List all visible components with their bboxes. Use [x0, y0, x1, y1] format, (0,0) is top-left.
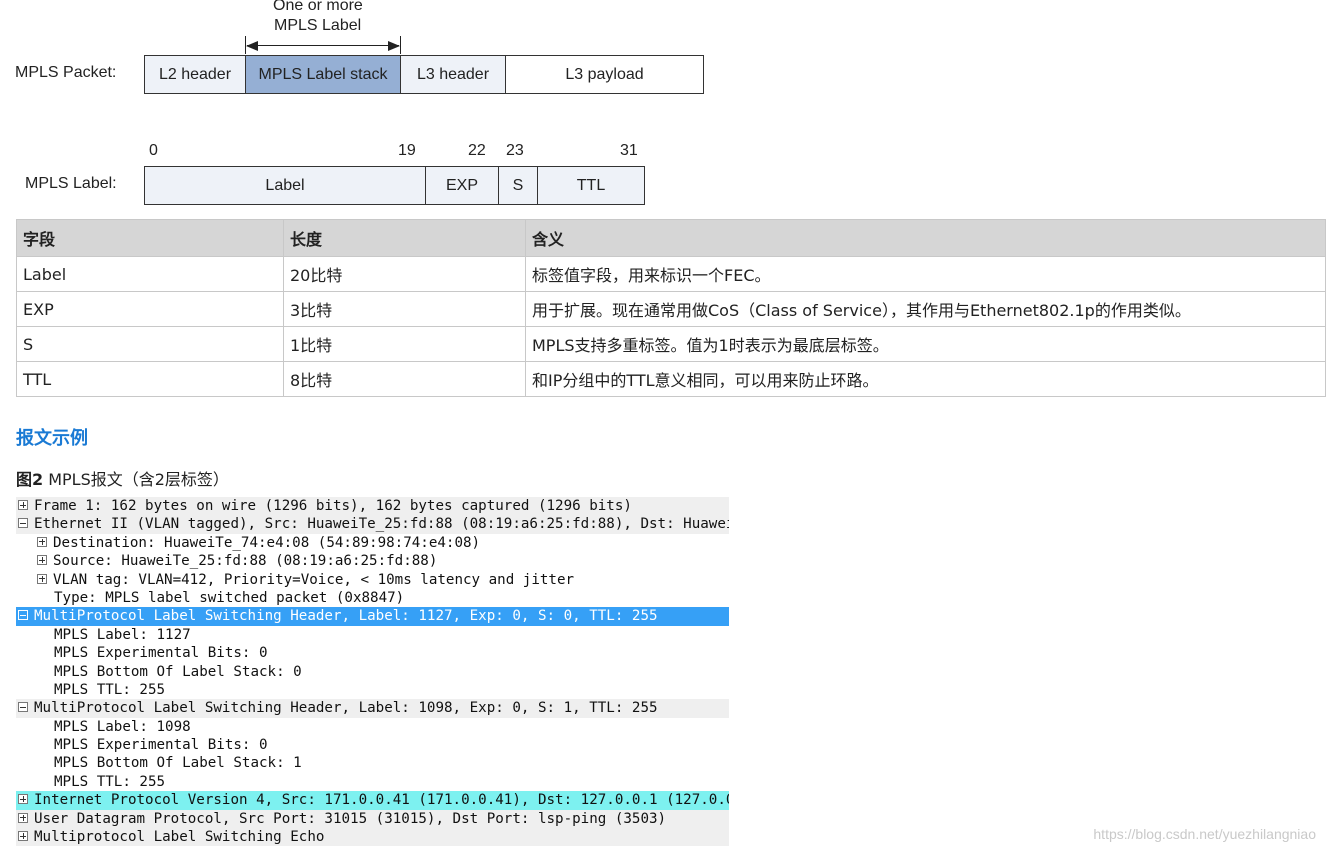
tree-row-mpls-label[interactable]: MPLS Label: 1098: [16, 718, 729, 736]
tree-row-mpls-label[interactable]: MPLS Label: 1127: [16, 626, 729, 644]
cell-field: EXP: [16, 291, 284, 327]
cell-field: Label: [16, 256, 284, 292]
tree-row-mpls-header-1[interactable]: MultiProtocol Label Switching Header, La…: [16, 607, 729, 626]
segment-l3-payload: L3 payload: [505, 55, 704, 94]
tree-row-frame[interactable]: Frame 1: 162 bytes on wire (1296 bits), …: [16, 497, 729, 516]
arrow-right-tick: [400, 36, 401, 54]
double-arrow-line: [247, 45, 399, 46]
figure-caption: 图2 MPLS报文（含2层标签）: [16, 466, 229, 490]
tree-row-text: User Datagram Protocol, Src Port: 31015 …: [34, 810, 667, 827]
field-label: Label: [144, 166, 426, 205]
expand-icon[interactable]: [18, 812, 28, 823]
arrow-left-head-icon: [246, 41, 258, 51]
tree-row-text: MPLS Label: 1127: [54, 626, 191, 643]
arrow-right-head-icon: [388, 41, 400, 51]
cell-field: S: [16, 326, 284, 362]
expand-icon[interactable]: [18, 794, 28, 805]
tree-row-vlan-tag[interactable]: VLAN tag: VLAN=412, Priority=Voice, < 10…: [16, 571, 729, 589]
table-row: S 1比特 MPLS支持多重标签。值为1时表示为最底层标签。: [16, 326, 1326, 362]
tree-row-text: Ethernet II (VLAN tagged), Src: HuaweiTe…: [34, 516, 729, 533]
collapse-icon[interactable]: [18, 702, 28, 713]
tree-row-text: MPLS Bottom Of Label Stack: 1: [54, 755, 302, 772]
cell-meaning: MPLS支持多重标签。值为1时表示为最底层标签。: [525, 326, 1326, 362]
expand-icon[interactable]: [18, 500, 28, 510]
bit-position-19: 19: [398, 142, 416, 159]
tree-row-mpls-bos[interactable]: MPLS Bottom Of Label Stack: 0: [16, 663, 729, 681]
tree-row-source[interactable]: Source: HuaweiTe_25:fd:88 (08:19:a6:25:f…: [16, 552, 729, 570]
segment-l2-header: L2 header: [144, 55, 246, 94]
tree-row-text: MultiProtocol Label Switching Header, La…: [34, 700, 658, 717]
field-ttl: TTL: [537, 166, 645, 205]
stack-annotation-line2: MPLS Label: [274, 17, 362, 34]
expand-icon[interactable]: [37, 573, 47, 584]
tree-row-text: VLAN tag: VLAN=412, Priority=Voice, < 10…: [53, 571, 575, 588]
segment-mpls-label-stack: MPLS Label stack: [245, 55, 401, 94]
tree-row-mpls-echo[interactable]: Multiprotocol Label Switching Echo: [16, 828, 729, 847]
cell-meaning: 和IP分组中的TTL意义相同，可以用来防止环路。: [525, 361, 1326, 397]
bit-position-31: 31: [620, 142, 638, 159]
packet-detail-tree: Frame 1: 162 bytes on wire (1296 bits), …: [16, 497, 729, 847]
cell-length: 8比特: [283, 361, 526, 397]
tree-row-text: Destination: HuaweiTe_74:e4:08 (54:89:98…: [53, 534, 481, 551]
table-header-row: 字段 长度 含义: [16, 219, 1326, 257]
tree-row-text: MultiProtocol Label Switching Header, La…: [34, 608, 658, 625]
tree-row-mpls-bos[interactable]: MPLS Bottom Of Label Stack: 1: [16, 754, 729, 772]
collapse-icon[interactable]: [18, 610, 28, 621]
stack-annotation-line1: One or more: [273, 0, 363, 14]
cell-meaning: 用于扩展。现在通常用做CoS（Class of Service），其作用与Eth…: [525, 291, 1326, 327]
tree-row-mpls-ttl[interactable]: MPLS TTL: 255: [16, 773, 729, 791]
header-field: 字段: [16, 219, 284, 257]
tree-row-text: MPLS TTL: 255: [54, 681, 166, 698]
header-length: 长度: [283, 219, 526, 257]
tree-row-mpls-header-2[interactable]: MultiProtocol Label Switching Header, La…: [16, 699, 729, 718]
tree-row-text: MPLS Label: 1098: [54, 718, 191, 735]
header-meaning: 含义: [525, 219, 1326, 257]
expand-icon[interactable]: [37, 536, 47, 547]
tree-row-text: MPLS TTL: 255: [54, 773, 166, 790]
tree-row-mpls-ttl[interactable]: MPLS TTL: 255: [16, 681, 729, 699]
figure-number: 图2: [16, 470, 44, 489]
tree-row-text: Source: HuaweiTe_25:fd:88 (08:19:a6:25:f…: [53, 553, 438, 570]
field-table: 字段 长度 含义 Label 20比特 标签值字段，用来标识一个FEC。 EXP…: [16, 219, 1326, 397]
tree-row-ipv4[interactable]: Internet Protocol Version 4, Src: 171.0.…: [16, 791, 729, 810]
tree-row-text: Type: MPLS label switched packet (0x8847…: [54, 589, 405, 606]
tree-row-text: MPLS Experimental Bits: 0: [54, 645, 268, 662]
section-title: 报文示例: [16, 428, 88, 449]
cell-length: 3比特: [283, 291, 526, 327]
tree-row-text: Internet Protocol Version 4, Src: 171.0.…: [34, 792, 729, 809]
cell-length: 1比特: [283, 326, 526, 362]
cell-field: TTL: [16, 361, 284, 397]
table-row: Label 20比特 标签值字段，用来标识一个FEC。: [16, 256, 1326, 292]
figure-caption-text: MPLS报文（含2层标签）: [43, 470, 229, 489]
label-row-label: MPLS Label:: [25, 175, 117, 192]
table-row: TTL 8比特 和IP分组中的TTL意义相同，可以用来防止环路。: [16, 361, 1326, 397]
expand-icon[interactable]: [37, 555, 47, 566]
tree-row-text: MPLS Bottom Of Label Stack: 0: [54, 663, 302, 680]
tree-row-text: Multiprotocol Label Switching Echo: [34, 829, 325, 846]
packet-row-label: MPLS Packet:: [15, 64, 117, 81]
tree-row-text: MPLS Experimental Bits: 0: [54, 737, 268, 754]
tree-row-type[interactable]: Type: MPLS label switched packet (0x8847…: [16, 589, 729, 607]
expand-icon[interactable]: [18, 831, 28, 842]
tree-row-udp[interactable]: User Datagram Protocol, Src Port: 31015 …: [16, 809, 729, 829]
table-row: EXP 3比特 用于扩展。现在通常用做CoS（Class of Service）…: [16, 291, 1326, 327]
collapse-icon[interactable]: [18, 518, 28, 529]
field-s: S: [498, 166, 538, 205]
segment-l3-header: L3 header: [400, 55, 506, 94]
tree-row-ethernet[interactable]: Ethernet II (VLAN tagged), Src: HuaweiTe…: [16, 515, 729, 534]
bit-position-23: 23: [506, 142, 524, 159]
bit-position-0: 0: [149, 142, 158, 159]
tree-row-mpls-exp[interactable]: MPLS Experimental Bits: 0: [16, 644, 729, 662]
cell-length: 20比特: [283, 256, 526, 292]
tree-row-text: Frame 1: 162 bytes on wire (1296 bits), …: [34, 498, 632, 514]
cell-meaning: 标签值字段，用来标识一个FEC。: [525, 256, 1326, 292]
field-exp: EXP: [425, 166, 499, 205]
tree-row-mpls-exp[interactable]: MPLS Experimental Bits: 0: [16, 736, 729, 754]
watermark: https://blog.csdn.net/yuezhilangniao: [1093, 826, 1316, 842]
bit-position-22: 22: [468, 142, 486, 159]
tree-row-destination[interactable]: Destination: HuaweiTe_74:e4:08 (54:89:98…: [16, 534, 729, 552]
